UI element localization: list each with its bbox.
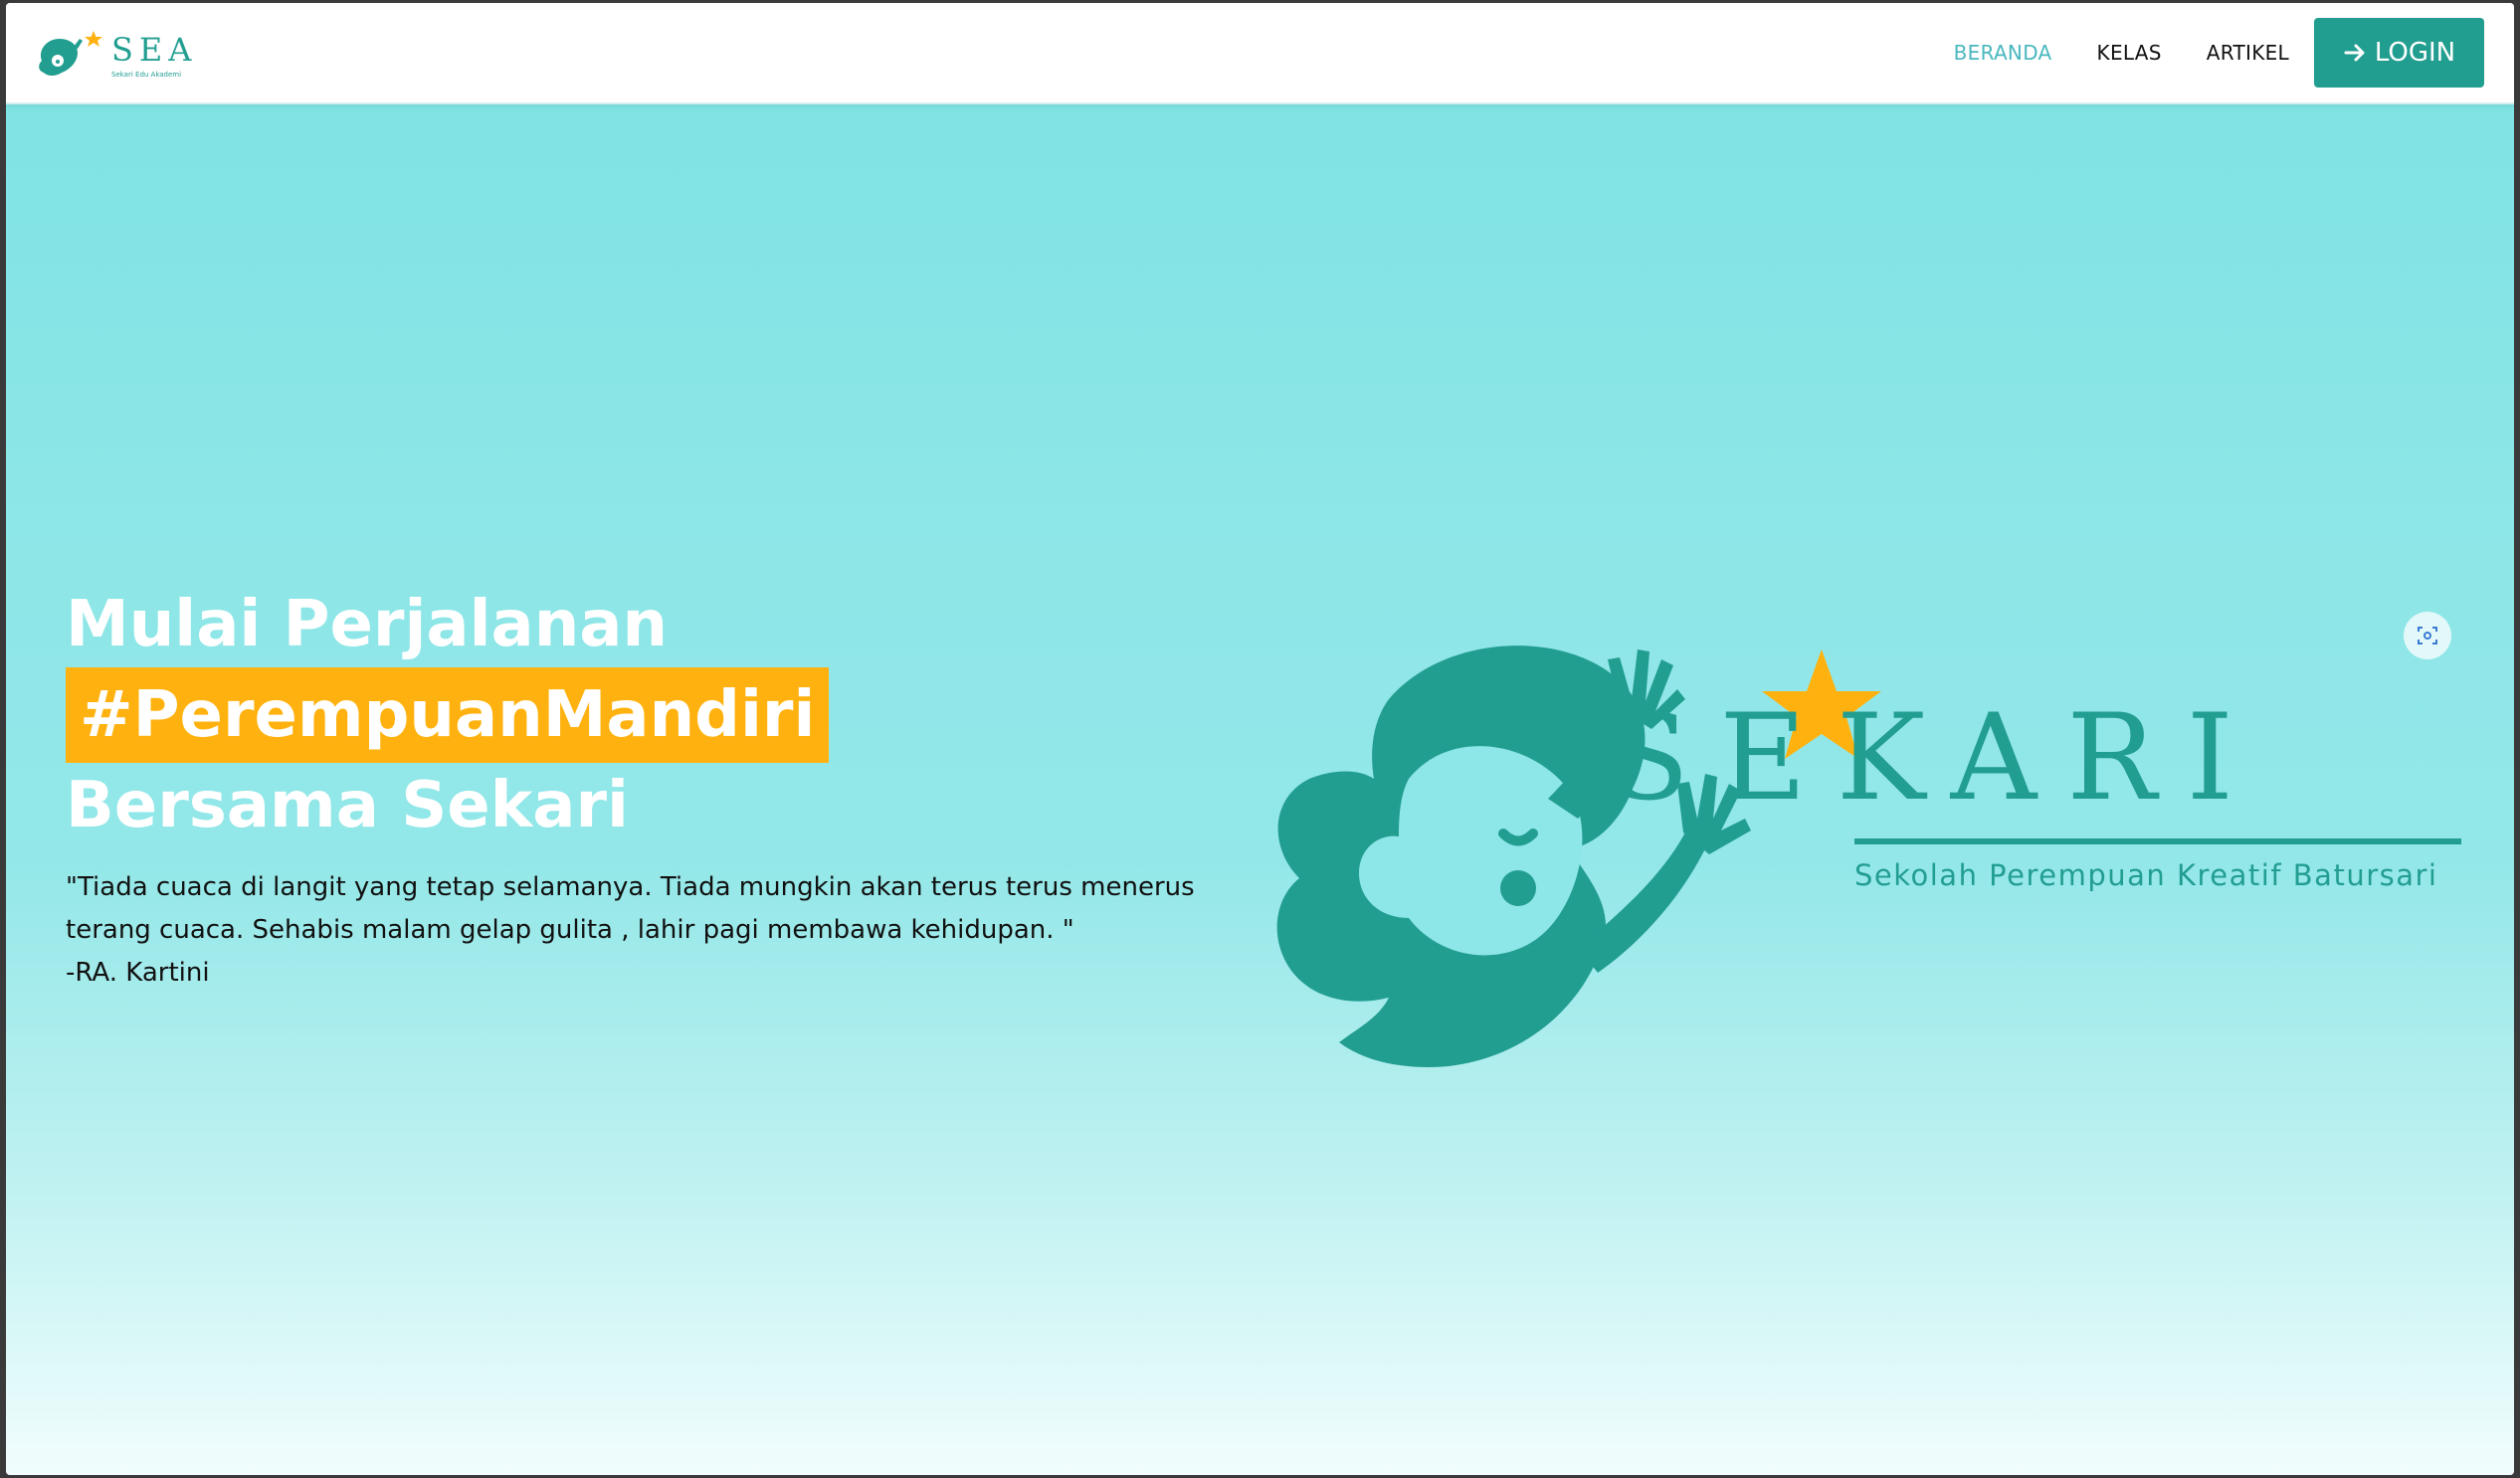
nav-links: BERANDA KELAS ARTIKEL LOGIN [1954, 3, 2514, 102]
sekari-subtitle: Sekolah Perempuan Kreatif Batursari [1854, 858, 2438, 892]
sekari-underline [1854, 838, 2461, 844]
nav-link-beranda[interactable]: BERANDA [1954, 41, 2052, 65]
hero-title-line-1: Mulai Perjalanan [66, 588, 669, 661]
hero-title-line-3: Bersama Sekari [66, 769, 629, 842]
brand-name: SEA [111, 31, 198, 69]
sekari-wordmark: SEKARI [1608, 689, 2264, 828]
quote-line-1: "Tiada cuaca di langit yang tetap selama… [66, 872, 1195, 902]
quote-line-2: terang cuaca. Sehabis malam gelap gulita… [66, 915, 1074, 945]
arrow-right-icon [2344, 44, 2365, 62]
brand-tagline: Sekari Edu Akademi [111, 71, 182, 79]
brand-logo[interactable]: SEA Sekari Edu Akademi [34, 25, 193, 85]
scan-icon [2418, 627, 2437, 645]
login-button[interactable]: LOGIN [2314, 18, 2484, 88]
navbar: SEA Sekari Edu Akademi BERANDA KELAS ART… [6, 3, 2514, 104]
login-label: LOGIN [2374, 38, 2456, 68]
hero-hashtag: #PerempuanMandiri [66, 667, 830, 763]
hero-section: Mulai Perjalanan #PerempuanMandiri Bersa… [6, 102, 2514, 1475]
nav-link-kelas[interactable]: KELAS [2097, 41, 2162, 65]
quote-author: -RA. Kartini [66, 958, 210, 988]
nav-link-artikel[interactable]: ARTIKEL [2207, 41, 2289, 65]
browser-window: SEA Sekari Edu Akademi BERANDA KELAS ART… [6, 3, 2514, 1475]
hero-quote: "Tiada cuaca di langit yang tetap selama… [66, 866, 1240, 995]
scan-button[interactable] [2404, 612, 2451, 659]
hero-title: Mulai Perjalanan #PerempuanMandiri Bersa… [66, 582, 830, 848]
sekari-mascot-icon [39, 31, 102, 76]
